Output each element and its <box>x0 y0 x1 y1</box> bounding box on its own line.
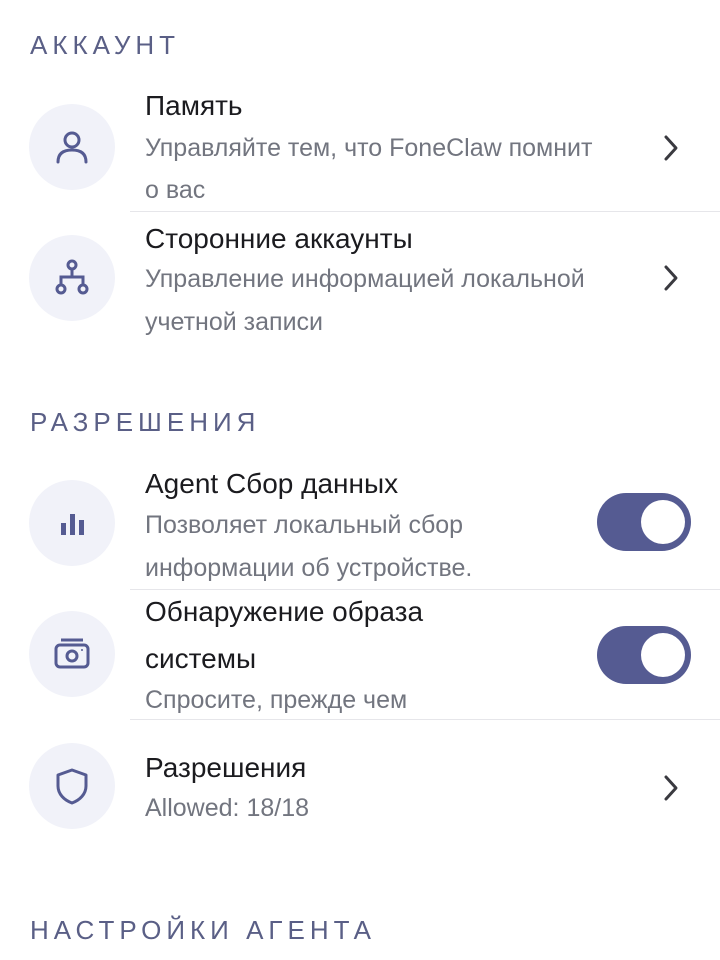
chevron-right-icon <box>664 265 678 291</box>
row-description-line2: информации об устройстве. <box>145 554 473 582</box>
row-description: Управляйте тем, что FoneClaw помнит <box>145 134 593 162</box>
row-title: Сторонние аккаунты <box>145 223 413 254</box>
row-title: Обнаружение образа <box>145 596 424 627</box>
toggle-knob <box>641 500 685 544</box>
row-title: Память <box>145 90 243 121</box>
row-description: Allowed: 18/18 <box>145 794 310 822</box>
row-description-line2: учетной записи <box>145 308 324 336</box>
settings-row-memory[interactable]: Память Управляйте тем, что FoneClaw помн… <box>0 80 720 210</box>
settings-row-system-image-detection: Обнаружение образа системы Спросите, пре… <box>0 591 720 719</box>
section-title-agent-settings: НАСТРОЙКИ АГЕНТА <box>30 915 376 945</box>
settings-row-third-party-accounts[interactable]: Сторонние аккаунты Управление информацие… <box>0 214 720 344</box>
row-description-line2: о вас <box>145 176 206 204</box>
row-description: Управление информацией локальной <box>145 265 585 293</box>
bar-chart-icon <box>29 480 115 566</box>
row-title: Agent Сбор данных <box>145 468 399 499</box>
row-description: Спросите, прежде чем <box>145 686 408 714</box>
settings-row-agent-data-collection: Agent Сбор данных Позволяет локальный сб… <box>0 458 720 588</box>
person-icon <box>29 104 115 190</box>
row-title: Разрешения <box>145 752 307 783</box>
shield-icon <box>29 743 115 829</box>
row-title-line2: системы <box>145 643 257 674</box>
divider <box>130 719 720 720</box>
section-title-account: АККАУНТ <box>30 30 181 60</box>
row-description: Позволяет локальный сбор <box>145 511 464 539</box>
chevron-right-icon <box>664 775 678 801</box>
data-collection-toggle[interactable] <box>597 493 691 551</box>
chevron-right-icon <box>664 135 678 161</box>
hierarchy-icon <box>29 235 115 321</box>
section-title-permissions: РАЗРЕШЕНИЯ <box>30 407 261 437</box>
toggle-knob <box>641 633 685 677</box>
camera-icon <box>29 611 115 697</box>
divider <box>130 211 720 212</box>
settings-row-permissions[interactable]: Разрешения Allowed: 18/18 <box>0 722 720 842</box>
system-image-detection-toggle[interactable] <box>597 626 691 684</box>
divider <box>130 589 720 590</box>
